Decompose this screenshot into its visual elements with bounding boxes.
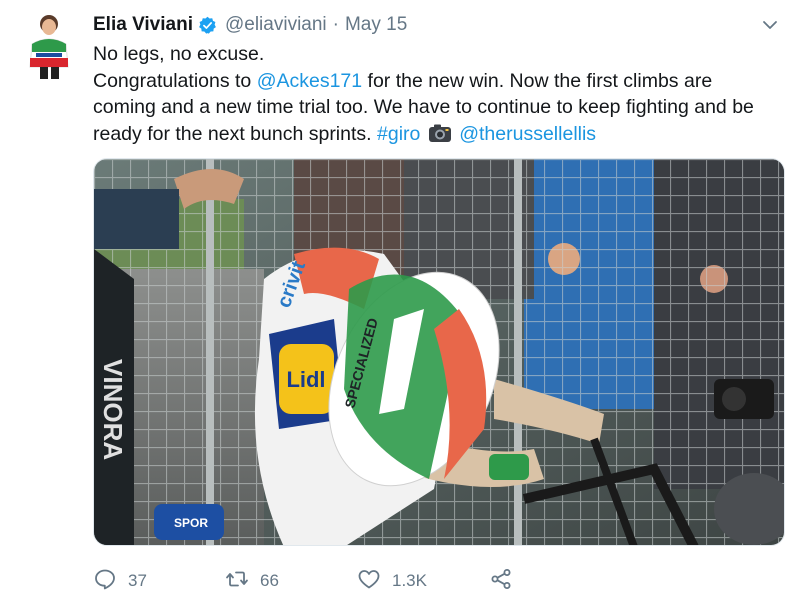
- tweet-photo[interactable]: VINORA Lidl crivit SPECIALIZED SPOR: [93, 158, 785, 546]
- tweet-header: Elia Viviani @eliaviviani · May 15: [93, 12, 780, 38]
- tweet-text-segment: Congratulations to: [93, 69, 257, 92]
- tweet-line-3: coming and a new time trial too. We have…: [93, 96, 754, 118]
- reply-count: 37: [128, 571, 147, 590]
- reply-icon: [93, 567, 117, 596]
- share-button[interactable]: [489, 567, 513, 596]
- share-icon: [489, 567, 513, 596]
- retweet-count: 66: [260, 571, 279, 590]
- like-button[interactable]: 1.3K: [357, 567, 427, 596]
- tweet-text-segment: for the new win. Now the first climbs ar…: [362, 69, 713, 92]
- tweet-text-segment: ready for the next bunch sprints.: [93, 122, 377, 145]
- like-count: 1.3K: [392, 571, 427, 590]
- tweet-line-1: No legs, no excuse.: [93, 43, 265, 65]
- camera-icon: [428, 123, 452, 143]
- hashtag-link[interactable]: #giro: [377, 123, 420, 145]
- display-name[interactable]: Elia Viviani: [93, 14, 193, 36]
- retweet-button[interactable]: 66: [225, 567, 279, 596]
- caret-down-icon[interactable]: [760, 15, 780, 35]
- kit-logo-text: Lidl: [286, 367, 325, 392]
- avatar[interactable]: [24, 12, 74, 80]
- banner-text: VINORA: [98, 359, 128, 460]
- mention-link[interactable]: @Ackes171: [257, 70, 362, 92]
- separator-dot: ·: [332, 14, 339, 35]
- mention-link[interactable]: @therussellellis: [459, 123, 596, 145]
- tweet-actions: 37 66 1.3K: [93, 566, 780, 596]
- retweet-icon: [225, 567, 249, 596]
- tweet-line-4: ready for the next bunch sprints. #giro …: [93, 121, 783, 148]
- tweet-text: No legs, no excuse. Congratulations to @…: [93, 41, 783, 147]
- like-icon: [357, 567, 381, 596]
- tweet-line-2: Congratulations to @Ackes171 for the new…: [93, 68, 783, 95]
- handle[interactable]: @eliaviviani: [225, 14, 327, 36]
- mic-flag-text: SPOR: [174, 516, 208, 530]
- tweet-date[interactable]: May 15: [345, 14, 407, 36]
- verified-icon: [198, 16, 217, 35]
- reply-button[interactable]: 37: [93, 567, 147, 596]
